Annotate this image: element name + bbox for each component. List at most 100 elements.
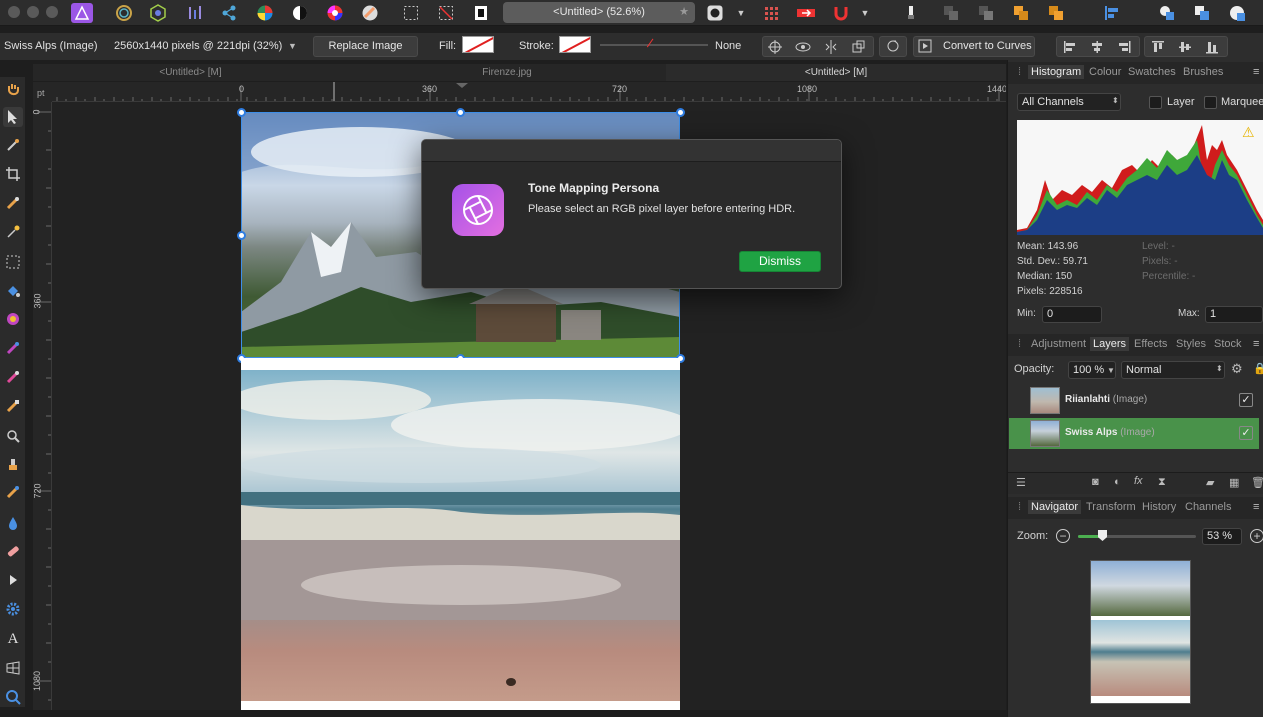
boolean-intersect-icon[interactable] <box>1226 3 1248 23</box>
text-tool-icon[interactable]: A <box>3 629 23 649</box>
tab-navigator[interactable]: Navigator <box>1028 500 1082 514</box>
gradient-tool-icon[interactable] <box>3 309 23 329</box>
trash-icon[interactable]: 🗑 <box>1251 476 1263 489</box>
align-left-edges-icon[interactable] <box>1059 37 1081 57</box>
flip-horizontal-icon[interactable] <box>820 37 842 57</box>
tab-transform[interactable]: Transform <box>1086 501 1136 513</box>
resize-handle-left[interactable] <box>237 231 246 240</box>
color-wheel-icon[interactable] <box>254 3 276 23</box>
magnet-icon[interactable] <box>830 3 852 23</box>
deselect-icon[interactable] <box>435 3 457 23</box>
color-replacement-tool-icon[interactable] <box>3 367 23 387</box>
tab-untitled-1[interactable]: <Untitled> [M] <box>33 64 348 81</box>
hsl-icon[interactable] <box>324 3 346 23</box>
eye-icon[interactable] <box>792 37 814 57</box>
layer-row-swiss-alps[interactable]: Swiss Alps (Image) ✓ <box>1009 418 1259 449</box>
live-filter-icon[interactable]: ⧗ <box>1158 476 1166 489</box>
tab-firenze[interactable]: Firenze.jpg <box>348 64 666 81</box>
min-input[interactable]: 0 <box>1042 306 1102 323</box>
hand-tool-icon[interactable] <box>3 79 23 99</box>
align-middle-icon[interactable] <box>1174 37 1196 57</box>
panel-grip-icon[interactable]: ⁞ <box>1018 66 1021 78</box>
order-back-icon[interactable] <box>940 3 962 23</box>
layer-row-riianlahti[interactable]: Riianlahti (Image) ✓ <box>1009 385 1259 416</box>
flood-fill-tool-icon[interactable] <box>3 281 23 301</box>
gradient-icon[interactable] <box>359 3 381 23</box>
order-backward-icon[interactable] <box>975 3 997 23</box>
align-left-icon[interactable] <box>1100 3 1122 23</box>
visibility-checkbox[interactable]: ✓ <box>1239 393 1253 407</box>
document-title[interactable]: <Untitled> (52.6%) ★ <box>503 2 695 23</box>
warning-icon[interactable]: ⚠ <box>1242 124 1255 141</box>
boolean-add-icon[interactable] <box>1156 3 1178 23</box>
blend-mode-select[interactable]: Normal <box>1121 361 1225 379</box>
gear-icon[interactable] <box>3 599 23 619</box>
liquify-persona-icon[interactable] <box>113 3 135 23</box>
snapping-options-icon[interactable]: ▼ <box>857 3 873 23</box>
panel-menu-icon[interactable]: ≡ <box>1253 338 1259 350</box>
selection-brush-tool-icon[interactable] <box>3 193 23 213</box>
order-forward-icon[interactable] <box>1010 3 1032 23</box>
align-top-icon[interactable] <box>1147 37 1169 57</box>
pen-tool-icon[interactable] <box>3 570 23 590</box>
adjustment-icon[interactable]: ◐ <box>1114 476 1121 488</box>
resize-handle-top[interactable] <box>456 108 465 117</box>
paint-brush-tool-icon[interactable] <box>3 338 23 358</box>
favorite-icon[interactable]: ★ <box>679 2 689 23</box>
pixel-tool-icon[interactable] <box>3 396 23 416</box>
tab-histogram[interactable]: Histogram <box>1028 65 1085 79</box>
tab-effects[interactable]: Effects <box>1134 338 1167 350</box>
align-bottom-icon[interactable] <box>1201 37 1223 57</box>
mesh-warp-tool-icon[interactable] <box>3 658 23 678</box>
mask-layer-icon[interactable]: ◙ <box>1092 476 1099 488</box>
panel-grip-icon[interactable]: ⁞ <box>1018 501 1021 513</box>
align-center-icon[interactable] <box>1086 37 1108 57</box>
zoom-tool-icon[interactable] <box>3 687 23 707</box>
marquee-checkbox[interactable] <box>1204 96 1217 109</box>
flip-icon[interactable] <box>795 3 817 23</box>
fill-swatch[interactable] <box>462 36 494 53</box>
order-front-icon[interactable] <box>1045 3 1067 23</box>
tab-swatches[interactable]: Swatches <box>1128 66 1176 78</box>
clone-tool-icon[interactable] <box>3 454 23 474</box>
rotate-button[interactable] <box>879 36 907 57</box>
resize-handle-top-right[interactable] <box>676 108 685 117</box>
export-persona-icon[interactable] <box>218 3 240 23</box>
crop-tool-icon[interactable] <box>3 164 23 184</box>
lock-icon[interactable]: 🔒 <box>1253 362 1263 375</box>
tab-history[interactable]: History <box>1142 501 1176 513</box>
max-input[interactable]: 1 <box>1205 306 1263 323</box>
brush-assistant-icon[interactable] <box>900 3 922 23</box>
zoom-in-icon[interactable]: + <box>1250 529 1263 543</box>
panel-menu-icon[interactable]: ≡ <box>1253 66 1259 78</box>
zoom-window-button[interactable] <box>46 6 58 18</box>
visibility-checkbox[interactable]: ✓ <box>1239 426 1253 440</box>
flood-select-tool-icon[interactable] <box>3 222 23 242</box>
tab-channels[interactable]: Channels <box>1185 501 1231 513</box>
horizontal-ruler[interactable]: 0 360 720 1080 1440 <box>52 82 1006 102</box>
chevron-down-icon[interactable]: ▼ <box>733 3 749 23</box>
zoom-input[interactable]: 53 % <box>1202 528 1242 545</box>
tab-layers[interactable]: Layers <box>1090 337 1130 351</box>
fx-icon[interactable]: fx <box>1134 475 1143 487</box>
riianlahti-image[interactable] <box>241 370 680 701</box>
replace-image-button[interactable]: Replace Image <box>313 36 418 57</box>
dodge-tool-icon[interactable] <box>3 426 23 446</box>
dialog-titlebar[interactable] <box>422 140 841 162</box>
stroke-slider-thumb[interactable] <box>646 38 660 52</box>
marquee-tool-icon[interactable] <box>3 252 23 272</box>
marquee-select-icon[interactable] <box>400 3 422 23</box>
zoom-slider-thumb[interactable] <box>1098 530 1107 541</box>
ruler-unit[interactable]: pt <box>33 82 52 102</box>
tab-styles[interactable]: Styles <box>1176 338 1206 350</box>
minimize-window-button[interactable] <box>27 6 39 18</box>
move-tool-icon[interactable] <box>3 107 23 127</box>
resize-handle-top-left[interactable] <box>237 108 246 117</box>
healing-tool-icon[interactable] <box>3 541 23 561</box>
channel-select[interactable]: All Channels <box>1017 93 1121 111</box>
color-picker-tool-icon[interactable] <box>3 135 23 155</box>
folder-icon[interactable]: ▰ <box>1206 476 1214 489</box>
align-right-edges-icon[interactable] <box>1113 37 1135 57</box>
boolean-subtract-icon[interactable] <box>1191 3 1213 23</box>
tab-stock[interactable]: Stock <box>1214 338 1242 350</box>
